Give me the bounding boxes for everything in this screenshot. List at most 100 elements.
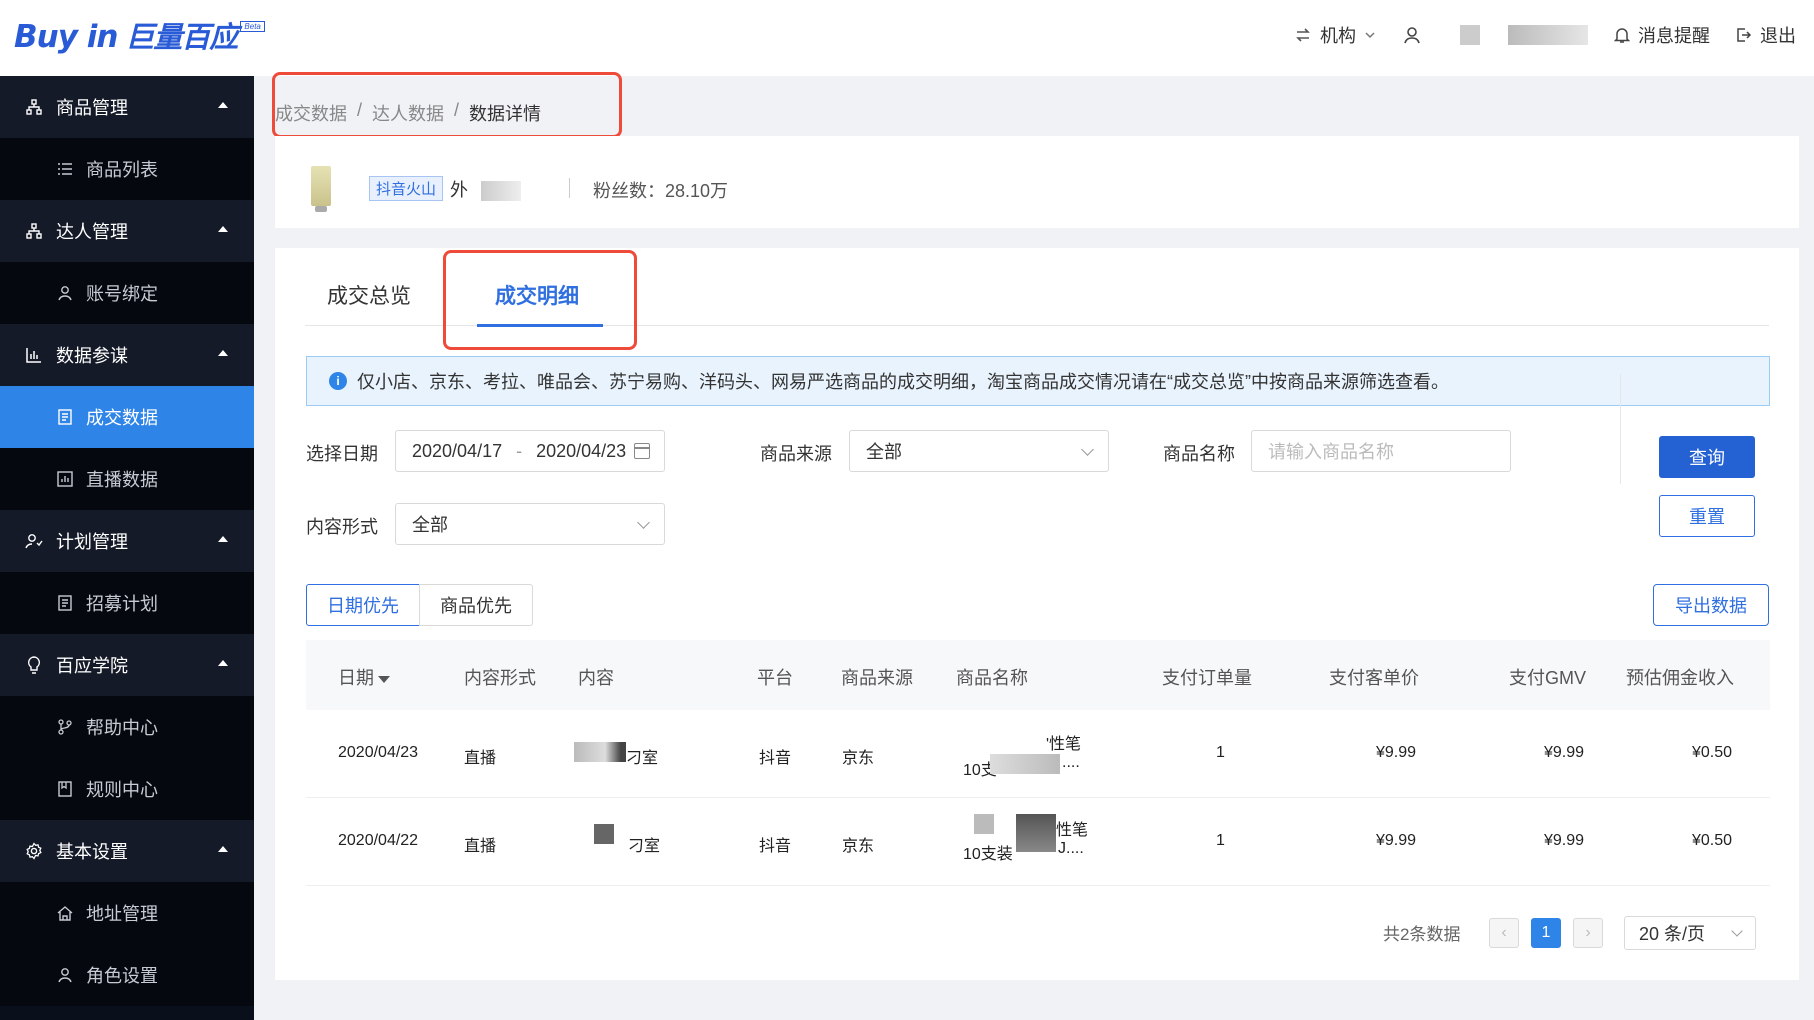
sidebar-group-settings[interactable]: 基本设置 <box>0 820 254 882</box>
name-label: 商品名称 <box>1163 444 1235 464</box>
divider <box>569 178 570 198</box>
sidebar-group-academy[interactable]: 百应学院 <box>0 634 254 696</box>
logout-link[interactable]: 退出 <box>1736 22 1796 48</box>
sidebar-item-recruit-plan[interactable]: 招募计划 <box>0 572 254 634</box>
user-icon <box>56 967 74 983</box>
query-button[interactable]: 查询 <box>1659 436 1755 478</box>
col-gmv: 支付GMV <box>1509 668 1587 688</box>
product-name-redacted <box>990 754 1060 774</box>
sidebar-group-label: 基本设置 <box>56 842 128 862</box>
breadcrumb-item-current: 数据详情 <box>469 104 542 124</box>
branch-icon <box>56 719 74 735</box>
talent-avatar <box>311 166 331 206</box>
cell-content: 刁室 <box>626 750 659 767</box>
cell-platform: 抖音 <box>759 750 792 767</box>
page-size-value: 20 条/页 <box>1639 924 1706 944</box>
cell-orders: 1 <box>1216 744 1225 761</box>
export-button[interactable]: 导出数据 <box>1653 584 1769 626</box>
page-size-select[interactable]: 20 条/页 <box>1624 916 1756 950</box>
breadcrumb-separator: / <box>357 100 363 120</box>
pagination-prev[interactable]: ‹ <box>1489 918 1519 948</box>
user-plan-icon <box>24 533 44 549</box>
chevron-down-icon <box>637 516 650 529</box>
sidebar-group-plan[interactable]: 计划管理 <box>0 510 254 572</box>
sidebar-group-label: 商品管理 <box>56 98 128 118</box>
user-account[interactable] <box>1402 25 1588 45</box>
beta-badge: Beta <box>240 21 265 32</box>
product-name-redacted <box>974 814 994 834</box>
content-form-value: 全部 <box>412 515 448 535</box>
sidebar-group-label: 百应学院 <box>56 656 128 676</box>
caret-up-icon <box>218 226 228 232</box>
tab-overview[interactable]: 成交总览 <box>327 280 411 310</box>
header-actions: 机构 消息提醒 退出 <box>1268 0 1796 70</box>
product-name-placeholder: 请输入商品名称 <box>1268 442 1394 462</box>
breadcrumb-item-deal-data[interactable]: 成交数据 <box>275 100 347 126</box>
caret-up-icon <box>218 660 228 666</box>
sidebar-item-deal-data[interactable]: 成交数据 <box>0 386 254 448</box>
avatar <box>1460 25 1480 45</box>
source-label: 商品来源 <box>760 444 832 464</box>
sort-date-first[interactable]: 日期优先 <box>306 584 420 626</box>
notification-link[interactable]: 消息提醒 <box>1614 22 1710 48</box>
col-orders: 支付订单量 <box>1162 668 1252 688</box>
sidebar-item-rule-center[interactable]: 规则中心 <box>0 758 254 820</box>
col-date-label: 日期 <box>338 668 374 688</box>
talent-avatar-base <box>315 206 327 212</box>
cell-commission: ¥0.50 <box>1692 832 1733 849</box>
date-range-picker[interactable]: 2020/04/17 - 2020/04/23 <box>395 430 665 472</box>
cell-gmv: ¥9.99 <box>1544 744 1585 761</box>
sidebar-group-talent[interactable]: 达人管理 <box>0 200 254 262</box>
logo[interactable]: Buy in 巨量百应 Beta <box>14 14 265 56</box>
pagination-page[interactable]: 1 <box>1531 918 1561 948</box>
info-notice: i 仅小店、京东、考拉、唯品会、苏宁易购、洋码头、网易严选商品的成交明细，淘宝商… <box>306 356 1770 406</box>
cell-source: 京东 <box>842 838 875 855</box>
product-name-input[interactable]: 请输入商品名称 <box>1251 430 1511 472</box>
sidebar-item-help-center[interactable]: 帮助中心 <box>0 696 254 758</box>
sidebar-item-label: 账号绑定 <box>86 284 158 304</box>
platform-tag: 抖音火山 <box>369 176 444 201</box>
sidebar-group-label: 计划管理 <box>56 532 128 552</box>
sidebar-item-role[interactable]: 角色设置 <box>0 944 254 1006</box>
sidebar-item-live-data[interactable]: 直播数据 <box>0 448 254 510</box>
table-row: 2020/04/23 直播 刁室 抖音 京东 '性笔 10支 .... 1 ¥9… <box>306 710 1770 798</box>
col-unit-price: 支付客单价 <box>1329 668 1419 688</box>
sidebar-item-product-list[interactable]: 商品列表 <box>0 138 254 200</box>
sidebar-group-product[interactable]: 商品管理 <box>0 76 254 138</box>
caret-up-icon <box>218 102 228 108</box>
sidebar-group-label: 数据参谋 <box>56 346 128 366</box>
cell-name-tail: J.... <box>1058 840 1084 857</box>
sidebar-group-data[interactable]: 数据参谋 <box>0 324 254 386</box>
date-end: 2020/04/23 <box>536 440 627 461</box>
home-icon <box>56 905 74 921</box>
caret-up-icon <box>218 536 228 542</box>
content-thumbnail-redacted <box>574 742 626 762</box>
source-value: 全部 <box>866 442 902 462</box>
breadcrumb-item-talent-data[interactable]: 达人数据 <box>372 100 444 126</box>
reset-button[interactable]: 重置 <box>1659 495 1755 537</box>
logo-text-cn: 巨量百应 <box>125 20 238 54</box>
sort-product-first[interactable]: 商品优先 <box>419 584 533 626</box>
top-header: Buy in 巨量百应 Beta 机构 消息提醒 退出 <box>0 0 1814 76</box>
fans-count: 粉丝数：28.10万 <box>593 181 729 201</box>
date-label: 选择日期 <box>306 444 378 464</box>
org-switcher[interactable]: 机构 <box>1294 22 1376 48</box>
sidebar-item-account-binding[interactable]: 账号绑定 <box>0 262 254 324</box>
sidebar-item-address[interactable]: 地址管理 <box>0 882 254 944</box>
cell-commission: ¥0.50 <box>1692 744 1733 761</box>
cell-name-line1: 性笔 <box>1056 822 1089 839</box>
source-select[interactable]: 全部 <box>849 430 1109 472</box>
hierarchy-icon <box>24 99 44 115</box>
col-date[interactable]: 日期 <box>338 664 390 690</box>
cell-source: 京东 <box>842 750 875 767</box>
bar-chart-icon <box>24 347 44 363</box>
logo-text-en: Buy in <box>14 19 118 55</box>
col-source: 商品来源 <box>841 668 913 688</box>
pagination-next[interactable]: › <box>1573 918 1603 948</box>
talent-profile-card: 抖音火山 外 粉丝数：28.10万 <box>275 136 1799 228</box>
logout-label: 退出 <box>1760 26 1796 46</box>
talent-name-redacted <box>481 181 522 202</box>
content-form-select[interactable]: 全部 <box>395 503 665 545</box>
notify-label: 消息提醒 <box>1638 26 1710 46</box>
sidebar-item-label: 角色设置 <box>86 966 158 986</box>
